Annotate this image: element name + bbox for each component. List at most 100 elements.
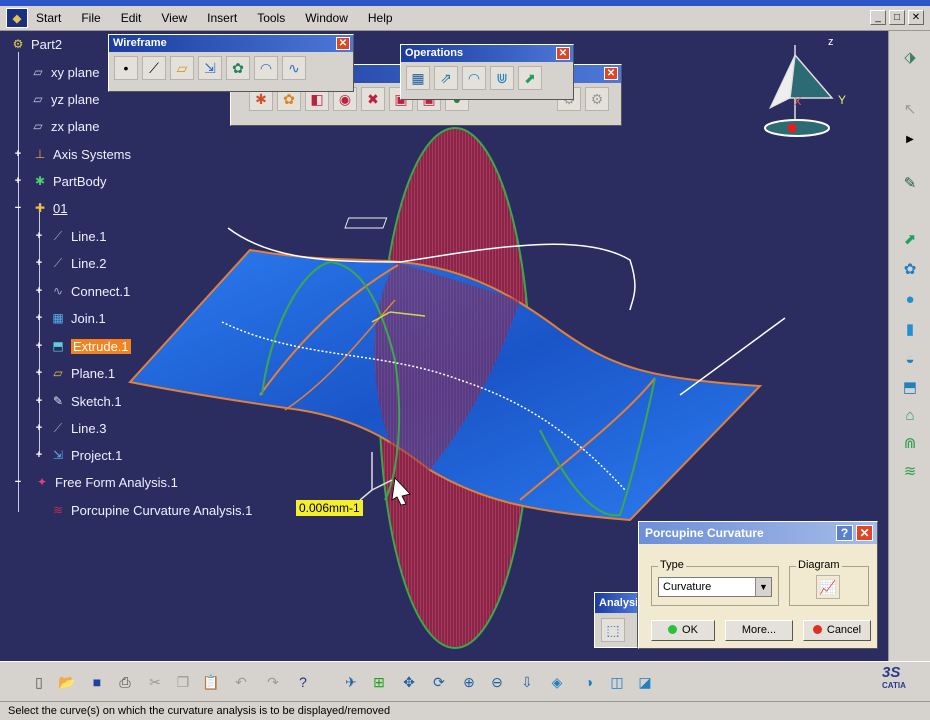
menu-edit[interactable]: Edit: [111, 11, 152, 25]
sweep-right-icon[interactable]: ⬒: [898, 375, 922, 399]
help-button[interactable]: ?: [836, 525, 853, 541]
tree-item-line3[interactable]: ⟋ Line.3: [48, 418, 107, 438]
split-icon[interactable]: ⇗: [434, 66, 458, 90]
fly-mode-icon[interactable]: ✈: [340, 671, 362, 693]
tree-item-line1[interactable]: ⟋ Line.1: [48, 226, 107, 246]
menu-view[interactable]: View: [151, 11, 197, 25]
tree-item-axis-systems[interactable]: ⊥ Axis Systems: [30, 144, 131, 164]
tree-item-yz-plane[interactable]: ▱ yz plane: [28, 89, 99, 109]
projection-tool-icon[interactable]: ⇲: [198, 56, 222, 80]
tree-item-porcupine-analysis[interactable]: ≋ Porcupine Curvature Analysis.1: [48, 500, 252, 520]
tree-item-connect1[interactable]: ∿ Connect.1: [48, 281, 130, 301]
new-document-icon[interactable]: ▯: [28, 671, 50, 693]
transform-icon[interactable]: ⬈: [518, 66, 542, 90]
tree-item-line2[interactable]: ⟋ Line.2: [48, 253, 107, 273]
open-folder-icon[interactable]: 📂: [56, 671, 78, 693]
circle-icon[interactable]: ◠: [254, 56, 278, 80]
tree-item-01[interactable]: ✚ 01: [30, 198, 68, 218]
tree-item-partbody[interactable]: ✱ PartBody: [30, 171, 107, 191]
expand-icon[interactable]: +: [34, 231, 44, 242]
ok-button[interactable]: OK: [651, 620, 715, 641]
tree-item-xy-plane[interactable]: ▱ xy plane: [28, 62, 99, 82]
menu-file[interactable]: File: [71, 11, 110, 25]
save-icon[interactable]: ■: [86, 671, 108, 693]
rotate-icon[interactable]: ⟳: [428, 671, 450, 693]
more-button[interactable]: More...: [725, 620, 793, 641]
normal-view-icon[interactable]: ⇩: [516, 671, 538, 693]
tree-item-zx-plane[interactable]: ▱ zx plane: [28, 116, 99, 136]
restore-button[interactable]: □: [889, 10, 905, 25]
expand-icon[interactable]: +: [13, 176, 23, 187]
expand-icon[interactable]: +: [13, 149, 23, 160]
tree-item-extrude1[interactable]: ⬒ Extrude.1: [48, 336, 131, 356]
diagram-chart-icon[interactable]: 📈: [816, 575, 840, 599]
close-icon[interactable]: ✕: [336, 37, 350, 50]
iso-view-icon[interactable]: ◈: [546, 671, 568, 693]
expand-icon[interactable]: +: [34, 396, 44, 407]
menu-window[interactable]: Window: [295, 11, 358, 25]
expand-icon[interactable]: +: [34, 286, 44, 297]
tree-item-free-form-analysis[interactable]: ✦ Free Form Analysis.1: [32, 472, 178, 492]
paste-icon[interactable]: 📋: [200, 671, 222, 693]
undo-icon[interactable]: ↶: [230, 671, 252, 693]
line-tool-icon[interactable]: ⟋: [142, 56, 166, 80]
expand-icon[interactable]: +: [34, 450, 44, 461]
hide-show-icon[interactable]: ◫: [606, 671, 628, 693]
redo-icon[interactable]: ↷: [262, 671, 284, 693]
expand-icon[interactable]: +: [34, 258, 44, 269]
expand-icon[interactable]: +: [34, 341, 44, 352]
fill-right-icon[interactable]: ⌂: [898, 403, 922, 427]
expand-icon[interactable]: +: [34, 368, 44, 379]
print-icon[interactable]: ⎙: [114, 671, 136, 693]
close-window-button[interactable]: ✕: [908, 10, 924, 25]
catia-app-icon[interactable]: ◆: [6, 8, 28, 28]
multisection-icon[interactable]: ≋: [898, 459, 922, 483]
fillet-icon[interactable]: ⋓: [490, 66, 514, 90]
menu-help[interactable]: Help: [358, 11, 403, 25]
spline-icon[interactable]: ∿: [282, 56, 306, 80]
analysis-tool-icon[interactable]: ⬚: [601, 618, 625, 642]
cylinder-right-icon[interactable]: ▮: [898, 317, 922, 341]
type-select[interactable]: Curvature ▼: [658, 577, 772, 597]
revolve-right-icon[interactable]: ✿: [898, 257, 922, 281]
zoom-in-icon[interactable]: ⊕: [458, 671, 480, 693]
disabled-tool-icon[interactable]: ⚙: [585, 87, 609, 111]
join-tool-icon[interactable]: ▦: [406, 66, 430, 90]
copy-icon[interactable]: ❐: [172, 671, 194, 693]
cancel-button[interactable]: Cancel: [803, 620, 871, 641]
menu-insert[interactable]: Insert: [197, 11, 247, 25]
offset-right-icon[interactable]: ◒: [898, 347, 922, 371]
close-dialog-button[interactable]: ✕: [856, 525, 873, 541]
zoom-out-icon[interactable]: ⊖: [486, 671, 508, 693]
extract-icon[interactable]: ◠: [462, 66, 486, 90]
minimize-button[interactable]: _: [870, 10, 886, 25]
chevron-right-icon[interactable]: ▶: [898, 127, 922, 151]
point-icon[interactable]: •: [114, 56, 138, 80]
pan-icon[interactable]: ✥: [398, 671, 420, 693]
swap-space-icon[interactable]: ◪: [634, 671, 656, 693]
tree-item-part2[interactable]: ⚙ Part2: [8, 34, 62, 54]
tree-item-join1[interactable]: ▦ Join.1: [48, 308, 105, 328]
menu-tools[interactable]: Tools: [247, 11, 295, 25]
tree-item-project1[interactable]: ⇲ Project.1: [48, 445, 122, 465]
intersection-icon[interactable]: ✿: [226, 56, 250, 80]
tree-item-sketch1[interactable]: ✎ Sketch.1: [48, 391, 122, 411]
collapse-icon[interactable]: −: [13, 203, 23, 214]
plane-tool-icon[interactable]: ▱: [170, 56, 194, 80]
whats-this-icon[interactable]: ?: [292, 671, 314, 693]
sketcher-icon[interactable]: ⬗: [898, 45, 922, 69]
dropdown-arrow-icon[interactable]: ▼: [755, 578, 771, 596]
sphere-right-icon[interactable]: ●: [898, 287, 922, 311]
extrude-right-icon[interactable]: ⬈: [898, 227, 922, 251]
select-arrow-icon[interactable]: ↖: [898, 97, 922, 121]
shading-icon[interactable]: ◑: [578, 671, 600, 693]
compass-widget[interactable]: [764, 45, 834, 137]
expand-icon[interactable]: +: [34, 423, 44, 434]
fit-all-icon[interactable]: ⊞: [368, 671, 390, 693]
collapse-icon[interactable]: −: [13, 477, 23, 488]
revolve-icon[interactable]: ✖: [361, 87, 385, 111]
expand-icon[interactable]: +: [34, 313, 44, 324]
sketch-tool-icon[interactable]: ✎: [898, 171, 922, 195]
close-icon[interactable]: ✕: [604, 67, 618, 80]
blend-right-icon[interactable]: ⋒: [898, 431, 922, 455]
